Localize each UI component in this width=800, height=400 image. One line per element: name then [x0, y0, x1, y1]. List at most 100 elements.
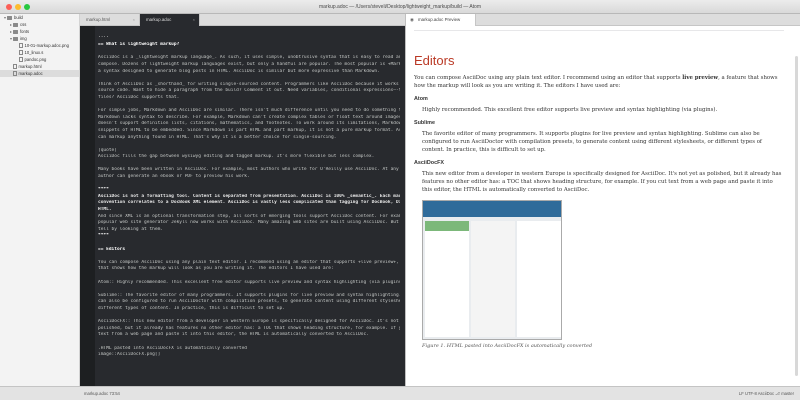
code-line[interactable] — [98, 273, 400, 280]
code-line[interactable]: Think of AsciiDoc as _shorthand_ for wri… — [98, 82, 400, 89]
close-tab-icon[interactable]: × — [133, 14, 135, 26]
code-line[interactable]: convention correlates to a DocBook XML e… — [98, 200, 400, 207]
code-line[interactable] — [98, 29, 400, 36]
close-tab-icon[interactable]: × — [193, 14, 195, 26]
code-line[interactable]: author can generate an ebook or PDF to p… — [98, 174, 400, 181]
code-line[interactable]: Markdown lacks syntax to describe. For e… — [98, 115, 400, 122]
folder-icon — [13, 22, 18, 27]
tree-item[interactable]: 10-01-markup.adoc.png — [0, 42, 79, 49]
editor-lines[interactable]: '''' == What is lightweight markup? Ascii… — [98, 29, 400, 359]
editor-term: Atom — [414, 96, 428, 102]
code-line[interactable]: Atom:: Highly recommended. This excellen… — [98, 280, 400, 287]
code-line[interactable]: compose. Dozens of lightweight markup la… — [98, 62, 400, 69]
code-line[interactable] — [98, 161, 400, 168]
code-line[interactable] — [98, 253, 400, 260]
code-line[interactable]: For simple jobs, Markdown and AsciiDoc a… — [98, 108, 400, 115]
code-line[interactable] — [98, 240, 400, 247]
tab-label: markup.adoc — [146, 17, 172, 22]
tree-item[interactable]: ▾ build — [0, 14, 79, 21]
minimize-window-icon[interactable] — [15, 4, 21, 10]
code-line[interactable]: AsciiDoc fills the gap between wysiwyg e… — [98, 154, 400, 161]
window-title: markup.adoc — /Users/steveli/Desktop/lig… — [318, 4, 481, 10]
code-line[interactable]: files? AsciiDoc supports that. — [98, 95, 400, 102]
code-line[interactable]: that shows how the markup will look as y… — [98, 266, 400, 273]
code-line[interactable]: == What is lightweight markup? — [98, 42, 400, 49]
code-line[interactable] — [98, 313, 400, 320]
code-line[interactable]: == Editors — [98, 247, 400, 254]
code-line[interactable]: **** — [98, 233, 400, 240]
tree-item[interactable]: ▸ css — [0, 21, 79, 28]
file-icon — [13, 71, 17, 76]
status-file-cursor[interactable]: markup.adoc 73:54 — [84, 387, 120, 400]
tab-markup-html[interactable]: markup.html × — [80, 14, 140, 26]
intro-paragraph: You can compose AsciiDoc using any plain… — [414, 75, 778, 89]
code-line[interactable]: And since XML is an optional transformat… — [98, 214, 400, 221]
tree-item[interactable]: markup.adoc — [0, 70, 79, 77]
code-line[interactable]: image::AsciiDocFX.png[] — [98, 352, 400, 359]
folder-icon — [13, 29, 18, 34]
code-line[interactable]: Many books have been written in AsciiDoc… — [98, 167, 400, 174]
code-line[interactable]: text from a web page and paste it into t… — [98, 332, 400, 339]
code-line[interactable]: tell by looking at them. — [98, 227, 400, 234]
folder-icon — [7, 15, 12, 20]
code-line[interactable]: source code. Want to hide a paragraph fr… — [98, 88, 400, 95]
preview-scrollbar[interactable] — [795, 56, 798, 376]
tree-item-label: css — [20, 22, 27, 27]
code-line[interactable]: .HTML pasted into AsciiDocFX is automati… — [98, 346, 400, 353]
close-window-icon[interactable] — [6, 4, 12, 10]
tree-item-label: 10-01-markup.adoc.png — [24, 43, 69, 48]
tree-item[interactable]: pandoc.png — [0, 56, 79, 63]
code-line[interactable]: AsciiDocFX:: This new editor from a deve… — [98, 319, 400, 326]
tree-item[interactable]: 10_linux.s — [0, 49, 79, 56]
code-line[interactable]: AsciiDoc is a _lightweight markup langua… — [98, 55, 400, 62]
code-line[interactable] — [98, 339, 400, 346]
code-line[interactable] — [98, 286, 400, 293]
tree-item[interactable]: ▾ img — [0, 35, 79, 42]
code-line[interactable] — [98, 141, 400, 148]
editor-term: Sublime — [414, 120, 435, 126]
tab-preview[interactable]: ◉ markup.adoc Preview — [406, 14, 476, 26]
code-line[interactable]: doesn't support definition lists, citati… — [98, 121, 400, 128]
section-heading: Editors — [414, 53, 455, 68]
code-line[interactable] — [98, 75, 400, 82]
code-line[interactable]: different types of content. In practice,… — [98, 306, 400, 313]
code-line[interactable]: [quote] — [98, 148, 400, 155]
code-line[interactable]: AsciiDoc is not a formatting tool. Conte… — [98, 194, 400, 201]
tree-item-label: 10_linux.s — [24, 50, 44, 55]
tab-markup-adoc[interactable]: markup.adoc × — [140, 14, 200, 26]
code-line[interactable] — [98, 181, 400, 188]
editor-description: This new editor from a developer in west… — [422, 171, 782, 193]
file-icon — [19, 50, 23, 55]
tree-item[interactable]: markup.html — [0, 63, 79, 70]
tree-item-label: img — [20, 36, 27, 41]
code-line[interactable]: **** — [98, 187, 400, 194]
file-icon — [19, 43, 23, 48]
window-titlebar: markup.adoc — /Users/steveli/Desktop/lig… — [0, 0, 800, 14]
editor-term: AsciiDocFX — [414, 160, 444, 166]
markup-preview[interactable]: Editors You can compose AsciiDoc using a… — [406, 26, 800, 386]
code-line[interactable]: snippets of HTML to be embedded. Since M… — [98, 128, 400, 135]
code-editor[interactable]: '''' == What is lightweight markup? Ascii… — [80, 26, 405, 386]
code-line[interactable]: polished, but it already has features no… — [98, 326, 400, 333]
code-line[interactable]: a syntax designed to generate blog posts… — [98, 69, 400, 76]
code-line[interactable]: can markup anything found in HTML. That'… — [98, 135, 400, 142]
preview-tab-label: markup.adoc Preview — [418, 17, 461, 22]
code-line[interactable]: Sublime:: The favorite editor of many pr… — [98, 293, 400, 300]
code-line[interactable]: '''' — [98, 36, 400, 43]
code-line[interactable]: popular web site generator Jekyll now wo… — [98, 220, 400, 227]
maximize-window-icon[interactable] — [24, 4, 30, 10]
editor-definition-list: Atom Highly recommended. This excellent f… — [414, 96, 784, 194]
tree-item-label: pandoc.png — [24, 57, 47, 62]
code-line[interactable]: can also be configured to run AsciiDocto… — [98, 299, 400, 306]
asciidocfx-screenshot — [422, 200, 562, 340]
code-line[interactable]: HTML. — [98, 207, 400, 214]
file-icon — [13, 64, 17, 69]
code-line[interactable] — [98, 49, 400, 56]
code-line[interactable] — [98, 102, 400, 109]
folder-icon — [13, 36, 18, 41]
editor-description: The favorite editor of many programmers.… — [422, 131, 762, 153]
tree-item[interactable]: ▸ fonts — [0, 28, 79, 35]
status-encoding-grammar[interactable]: LF UTF-8 AsciiDoc ⎇ master — [739, 387, 794, 400]
project-tree[interactable]: ▾ build ▸ css ▸ fonts ▾ img 10-01-markup.adoc.pn… — [0, 14, 80, 386]
code-line[interactable]: You can compose AsciiDoc using any plain… — [98, 260, 400, 267]
